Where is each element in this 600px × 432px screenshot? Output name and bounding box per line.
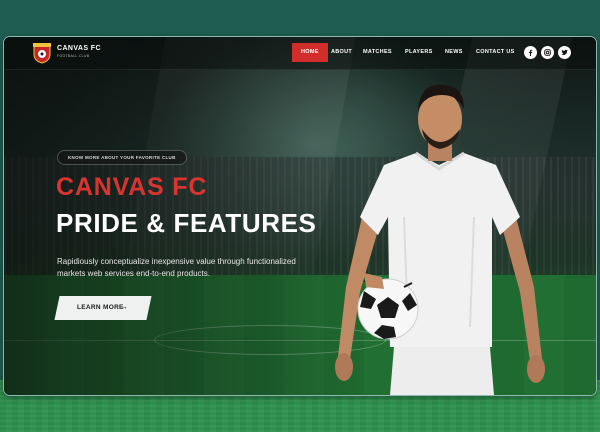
nav-matches[interactable]: MATCHES	[363, 43, 392, 62]
brand-tagline: FOOTBALL CLUB	[57, 54, 90, 58]
nav-home[interactable]: HOME	[292, 43, 328, 62]
arrow-right-icon[interactable]: →	[120, 302, 128, 311]
hero-title-line1: CANVAS FC	[56, 173, 208, 201]
nav-about[interactable]: ABOUT	[331, 43, 352, 62]
hero-title-line2: PRIDE & FEATURES	[56, 208, 317, 238]
brand-name[interactable]: CANVAS FC	[57, 45, 101, 52]
nav-news[interactable]: NEWS	[445, 43, 463, 62]
website-frame: CANVAS FC FOOTBALL CLUB HOME ABOUT MATCH…	[3, 36, 597, 396]
hero-description: Rapidiously conceptualize inexpensive va…	[57, 257, 296, 278]
instagram-icon[interactable]	[541, 46, 554, 59]
twitter-icon[interactable]	[558, 46, 571, 59]
navbar: CANVAS FC FOOTBALL CLUB HOME ABOUT MATCH…	[4, 37, 596, 70]
nav-contact[interactable]: CONTACT US	[476, 43, 515, 62]
hero-eyebrow-pill: KNOW MORE ABOUT YOUR FAVORITE CLUB	[57, 150, 187, 165]
learn-more-label[interactable]: LEARN MORE	[77, 304, 124, 311]
nav-players[interactable]: PLAYERS	[405, 43, 433, 62]
player-image	[335, 84, 545, 395]
club-crest-logo[interactable]	[32, 42, 52, 64]
facebook-icon[interactable]	[524, 46, 537, 59]
